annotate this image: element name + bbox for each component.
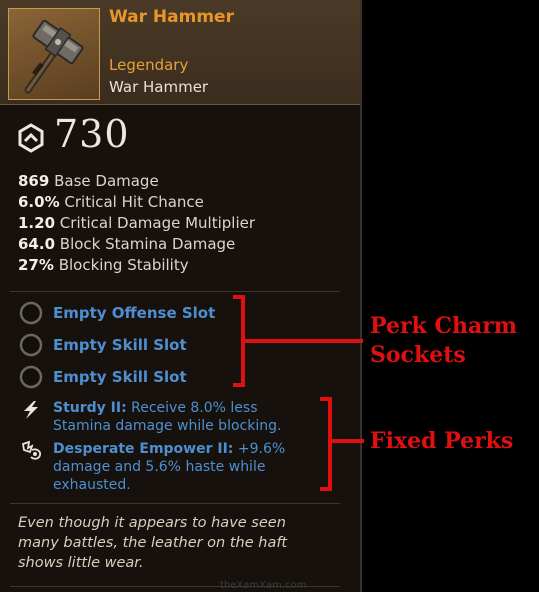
annotation-perk-charm-label-line-2: Sockets (370, 342, 466, 368)
annotation-perk-charm-label-line-1: Perk Charm (370, 313, 518, 339)
perk-charm-sockets-bracket (233, 295, 245, 387)
annotation-fixed-perks-label: Fixed Perks (370, 428, 514, 454)
annotation-brackets (233, 295, 364, 491)
fixed-perks-bracket (320, 397, 332, 491)
